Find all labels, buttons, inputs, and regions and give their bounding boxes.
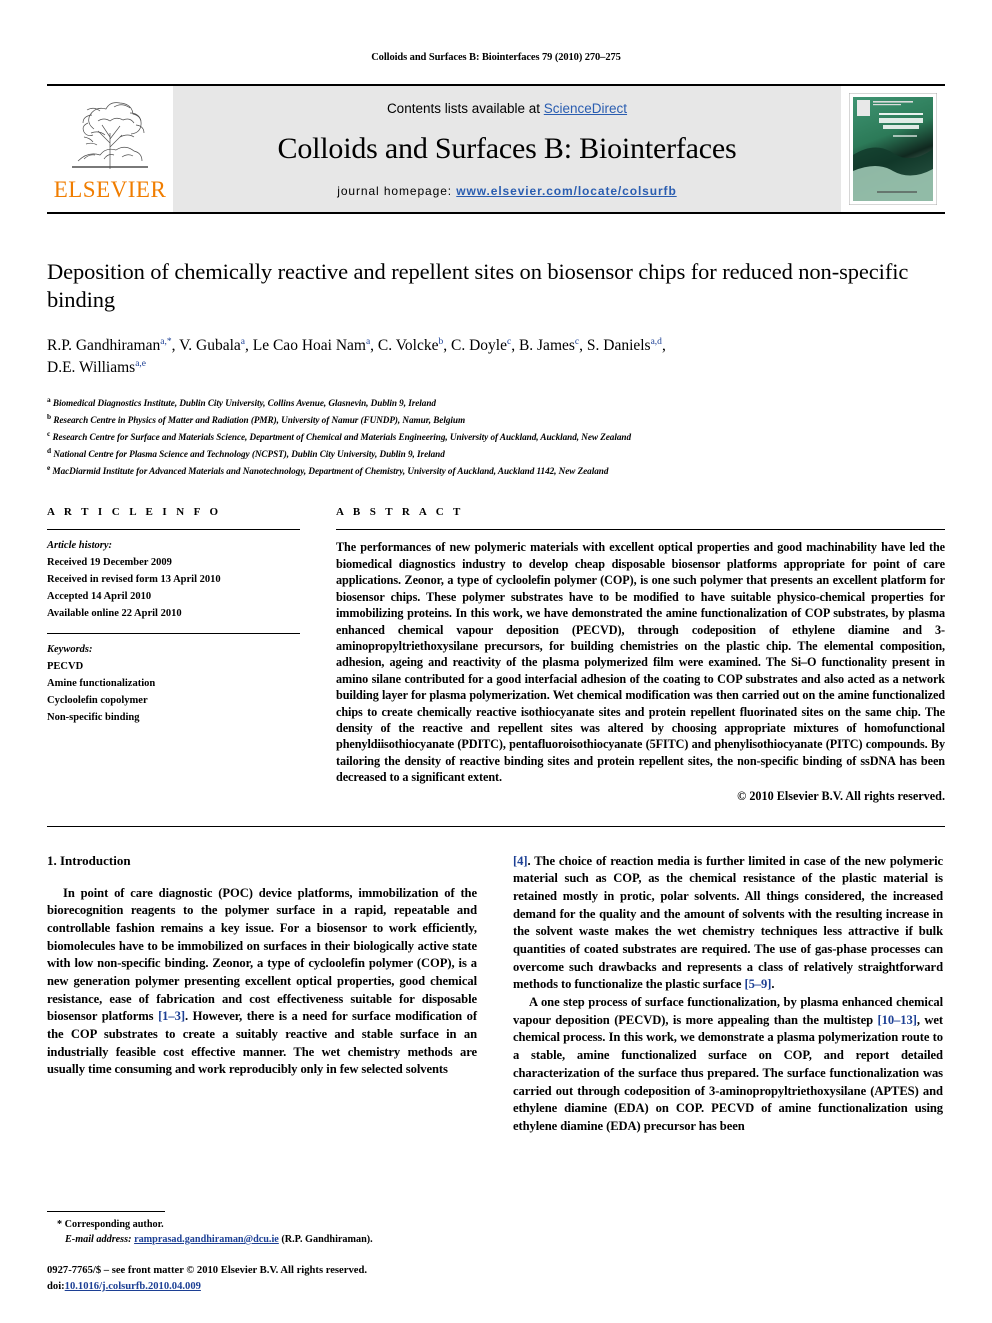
keyword-item: Non-specific binding bbox=[47, 712, 140, 724]
abstract-heading: A B S T R A C T bbox=[336, 506, 464, 519]
running-head: Colloids and Surfaces B: Biointerfaces 7… bbox=[371, 52, 621, 63]
author-item: C. Doylec bbox=[451, 336, 512, 354]
author-item: D.E. Williamsa,e bbox=[47, 359, 147, 377]
affiliation-text: Biomedical Diagnostics Institute, Dublin… bbox=[52, 397, 436, 408]
journal-homepage-line: journal homepage: www.elsevier.com/locat… bbox=[337, 184, 676, 198]
citation-ref[interactable]: [5–9] bbox=[744, 977, 771, 991]
paragraph: [4]. The choice of reaction media is fur… bbox=[513, 853, 943, 995]
masthead-center: Contents lists available at ScienceDirec… bbox=[173, 86, 841, 212]
keyword-item: PECVD bbox=[47, 661, 84, 673]
paragraph-text: . The choice of reaction media is furthe… bbox=[513, 853, 943, 992]
abstract-text: The performances of new polymeric materi… bbox=[336, 540, 945, 785]
issn-copyright-line: 0927-7765/$ – see front matter © 2010 El… bbox=[47, 1265, 367, 1277]
history-item: Accepted 14 April 2010 bbox=[47, 591, 152, 603]
homepage-label: journal homepage: bbox=[337, 183, 453, 198]
corresponding-author-note: * Corresponding author. bbox=[57, 1218, 164, 1230]
affiliation-item: e MacDiarmid Institute for Advanced Mate… bbox=[47, 462, 945, 479]
body-column-right: [4]. The choice of reaction media is fur… bbox=[513, 853, 943, 1136]
doi-link[interactable]: 10.1016/j.colsurfb.2010.04.009 bbox=[65, 1281, 201, 1292]
page-title: Deposition of chemically reactive and re… bbox=[47, 259, 909, 313]
email-suffix: (R.P. Gandhiraman). bbox=[281, 1233, 373, 1245]
history-item: Available online 22 April 2010 bbox=[47, 608, 182, 620]
info-abstract-region: A R T I C L E I N F O Article history: R… bbox=[47, 506, 945, 803]
elsevier-tree-icon bbox=[72, 102, 148, 169]
footnote-area: * Corresponding author. E-mail address: … bbox=[47, 1210, 477, 1295]
journal-title: Colloids and Surfaces B: Biointerfaces bbox=[277, 131, 737, 165]
article-info-column: A R T I C L E I N F O Article history: R… bbox=[47, 506, 300, 803]
author-email-link[interactable]: ramprasad.gandhiraman@dcu.ie bbox=[134, 1234, 279, 1245]
citation-ref[interactable]: [10–13] bbox=[878, 1013, 917, 1027]
email-label: E-mail address: bbox=[65, 1233, 132, 1245]
paragraph-text: . bbox=[771, 977, 775, 992]
article-info-heading: A R T I C L E I N F O bbox=[47, 506, 222, 519]
footnote-divider bbox=[47, 1210, 165, 1212]
journal-masthead: ELSEVIER Contents lists available at Sci… bbox=[47, 84, 945, 214]
keywords-label: Keywords: bbox=[47, 644, 93, 656]
affiliation-mark: a bbox=[47, 394, 51, 404]
issn-block: 0927-7765/$ – see front matter © 2010 El… bbox=[47, 1263, 477, 1295]
affiliation-text: MacDiarmid Institute for Advanced Materi… bbox=[52, 465, 609, 476]
contents-available-line: Contents lists available at ScienceDirec… bbox=[387, 101, 627, 116]
author-item: R.P. Gandhiramana,* bbox=[47, 336, 172, 354]
email-note: E-mail address: ramprasad.gandhiraman@dc… bbox=[47, 1232, 477, 1247]
affiliation-item: b Research Centre in Physics of Matter a… bbox=[47, 411, 945, 428]
elsevier-logo: ELSEVIER bbox=[47, 86, 173, 212]
doi-line: doi:10.1016/j.colsurfb.2010.04.009 bbox=[47, 1279, 477, 1295]
journal-cover-thumbnail bbox=[841, 86, 945, 212]
affiliation-mark: c bbox=[47, 428, 51, 438]
paragraph-text: In point of care diagnostic (POC) device… bbox=[47, 885, 477, 1024]
affiliation-mark: e bbox=[47, 462, 51, 472]
abstract-column: A B S T R A C T The performances of new … bbox=[336, 506, 945, 803]
keywords-group: Keywords: PECVD Amine functionalization … bbox=[47, 634, 300, 737]
article-history-label: Article history: bbox=[47, 540, 113, 552]
citation-ref[interactable]: [1–3] bbox=[158, 1009, 185, 1023]
affiliation-mark: d bbox=[47, 445, 52, 455]
keyword-item: Cycloolefin copolymer bbox=[47, 695, 148, 707]
article-history-group: Article history: Received 19 December 20… bbox=[47, 530, 300, 633]
body-column-left: 1. Introduction In point of care diagnos… bbox=[47, 853, 477, 1136]
keyword-item: Amine functionalization bbox=[47, 678, 156, 690]
section-heading-introduction: 1. Introduction bbox=[47, 852, 131, 868]
journal-homepage-link[interactable]: www.elsevier.com/locate/colsurfb bbox=[456, 184, 676, 198]
affiliation-text: Research Centre in Physics of Matter and… bbox=[53, 414, 466, 425]
body-columns: 1. Introduction In point of care diagnos… bbox=[47, 853, 945, 1136]
author-item: Le Cao Hoai Nama bbox=[252, 336, 371, 354]
contents-prefix: Contents lists available at bbox=[386, 100, 544, 116]
paragraph-text: , wet chemical process. In this work, we… bbox=[513, 1012, 943, 1133]
history-item: Received 19 December 2009 bbox=[47, 557, 172, 569]
body-divider bbox=[47, 825, 945, 827]
title-block: Deposition of chemically reactive and re… bbox=[47, 258, 945, 478]
affiliation-text: Research Centre for Surface and Material… bbox=[52, 431, 631, 442]
citation-ref[interactable]: [4] bbox=[513, 854, 528, 868]
author-item: V. Gubalaa bbox=[179, 336, 245, 354]
affiliation-item: a Biomedical Diagnostics Institute, Dubl… bbox=[47, 394, 945, 411]
author-list: R.P. Gandhiramana,*, V. Gubalaa, Le Cao … bbox=[47, 336, 666, 377]
paragraph: In point of care diagnostic (POC) device… bbox=[47, 885, 477, 1080]
paragraph: A one step process of surface functional… bbox=[513, 994, 943, 1136]
author-item: B. Jamesc bbox=[518, 336, 580, 354]
abstract-copyright: © 2010 Elsevier B.V. All rights reserved… bbox=[737, 788, 945, 803]
affiliation-text: National Centre for Plasma Science and T… bbox=[53, 448, 445, 459]
affiliation-list: a Biomedical Diagnostics Institute, Dubl… bbox=[47, 394, 945, 479]
journal-article-page: Colloids and Surfaces B: Biointerfaces 7… bbox=[0, 0, 992, 1323]
elsevier-wordmark: ELSEVIER bbox=[53, 177, 167, 202]
cover-image-icon bbox=[849, 93, 937, 205]
author-item: C. Volckeb bbox=[377, 336, 444, 354]
affiliation-mark: b bbox=[47, 411, 52, 421]
doi-label: doi: bbox=[47, 1281, 65, 1293]
affiliation-item: d National Centre for Plasma Science and… bbox=[47, 445, 945, 462]
sciencedirect-link[interactable]: ScienceDirect bbox=[544, 101, 627, 116]
history-item: Received in revised form 13 April 2010 bbox=[47, 574, 221, 586]
affiliation-item: c Research Centre for Surface and Materi… bbox=[47, 428, 945, 445]
author-item: S. Danielsa,d bbox=[586, 336, 662, 354]
